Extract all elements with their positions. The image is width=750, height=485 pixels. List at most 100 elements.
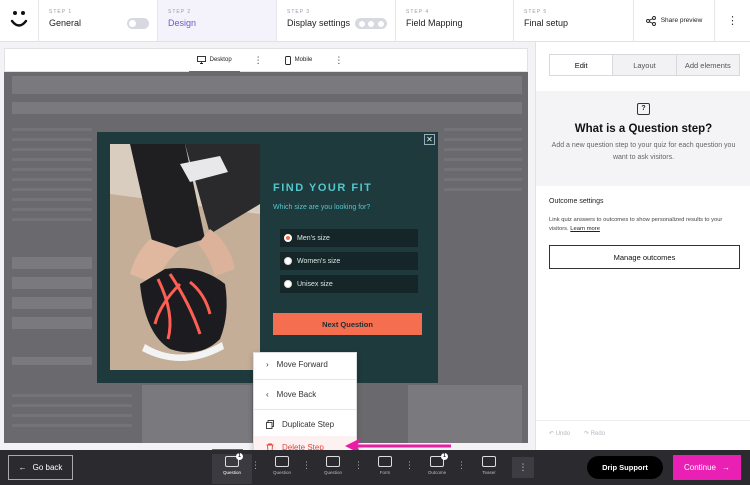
placeholder-block <box>12 257 92 269</box>
step-tile-question-2[interactable]: Question <box>262 454 302 484</box>
chevron-right-icon: › <box>266 360 269 369</box>
desktop-label: Desktop <box>209 57 232 63</box>
tab-mobile[interactable]: Mobile <box>277 48 321 72</box>
radio[interactable] <box>284 280 292 288</box>
chevron-left-icon: ‹ <box>266 390 269 399</box>
step-tile-label: Question <box>222 470 241 475</box>
step-tile-question-1[interactable]: 1 Question <box>212 453 252 484</box>
copy-icon <box>266 420 274 429</box>
mobile-label: Mobile <box>294 57 313 63</box>
desktop-options-icon[interactable]: ⋮ <box>254 55 263 66</box>
add-step-options-icon[interactable]: ⋮ <box>512 457 534 478</box>
step-tile-outcome[interactable]: 1 Outcome <box>417 453 457 484</box>
undo-button[interactable]: ↶ Undo <box>549 430 570 437</box>
undo-redo: ↶ Undo ↷ Redo <box>549 430 605 437</box>
option-label: Men's size <box>297 234 330 242</box>
question-step-description: Add a new question step to your quiz for… <box>551 142 736 161</box>
step-options-icon[interactable]: ⋮ <box>405 460 414 471</box>
drip-logo[interactable] <box>0 0 38 41</box>
placeholder-line <box>12 158 92 161</box>
step-tile-question-3[interactable]: Question <box>313 454 353 484</box>
step-tile-label: Outcome <box>427 470 447 475</box>
step-toggle[interactable] <box>127 18 149 29</box>
placeholder-line <box>12 394 132 397</box>
close-icon[interactable]: ✕ <box>424 134 435 145</box>
step-label: Final setup <box>524 18 569 28</box>
menu-divider <box>254 409 356 410</box>
placeholder-line <box>12 178 92 181</box>
continue-button[interactable]: Continue → <box>673 455 741 480</box>
move-back-item[interactable]: ‹ Move Back <box>254 383 356 406</box>
duplicate-step-item[interactable]: Duplicate Step <box>254 413 356 436</box>
tab-layout[interactable]: Layout <box>612 55 676 75</box>
step-tile-label: Teaser <box>482 470 496 475</box>
step-badge: 1 <box>441 453 448 460</box>
question-icon: ? <box>637 103 650 115</box>
step-design[interactable]: STEP 2 Design <box>157 0 276 41</box>
tab-edit[interactable]: Edit <box>550 55 613 75</box>
step-display-settings[interactable]: STEP 3 Display settings <box>276 0 395 41</box>
step-options-icon[interactable]: ⋮ <box>302 460 311 471</box>
placeholder-block <box>12 76 522 94</box>
radio-selected[interactable] <box>284 234 292 242</box>
undo-icon: ↶ <box>549 431 556 437</box>
outcome-settings-description: Link quiz answers to outcomes to show pe… <box>549 216 743 234</box>
radio[interactable] <box>284 257 292 265</box>
step-number: STEP 3 <box>287 9 311 15</box>
placeholder-block <box>12 317 92 329</box>
move-forward-item[interactable]: › Move Forward <box>254 353 356 376</box>
share-icon <box>645 15 656 26</box>
sidebar-divider <box>536 420 750 421</box>
popup-title: FIND YOUR FIT <box>273 182 373 194</box>
go-back-button[interactable]: ← Go back <box>8 455 73 480</box>
quiz-popup[interactable]: ✕ FIND YOUR FIT Which size are you looki… <box>97 132 438 383</box>
step-options-icon[interactable]: ⋮ <box>354 460 363 471</box>
placeholder-block <box>12 102 522 114</box>
placeholder-block <box>408 385 522 443</box>
question-step-icon: 1 <box>225 453 243 467</box>
drip-support-button[interactable]: Drip Support <box>587 456 663 479</box>
step-tile-form[interactable]: Form <box>365 454 405 484</box>
step-final-setup[interactable]: STEP 5 Final setup <box>513 0 633 41</box>
popup-subtitle: Which size are you looking for? <box>273 204 371 211</box>
tab-desktop[interactable]: Desktop <box>188 48 240 73</box>
more-options-icon[interactable]: ⋮ <box>714 0 750 41</box>
placeholder-line <box>12 198 92 201</box>
option-unisex-size[interactable]: Unisex size <box>280 275 418 293</box>
step-options-icon[interactable]: ⋮ <box>251 460 260 471</box>
step-toggle[interactable] <box>355 18 387 29</box>
step-tile-label: Question <box>272 470 291 475</box>
menu-item-label: Move Forward <box>276 360 328 369</box>
step-field-mapping[interactable]: STEP 4 Field Mapping <box>395 0 513 41</box>
placeholder-block <box>12 277 92 289</box>
manage-outcomes-button[interactable]: Manage outcomes <box>549 245 740 269</box>
next-question-button[interactable]: Next Question <box>273 313 422 335</box>
placeholder-line <box>12 148 92 151</box>
menu-item-label: Duplicate Step <box>282 420 335 429</box>
share-preview-button[interactable]: Share preview <box>633 0 714 41</box>
placeholder-line <box>12 404 132 407</box>
redo-label: Redo <box>590 431 606 437</box>
step-tile-label: Question <box>323 470 342 475</box>
step-general[interactable]: STEP 1 General <box>38 0 157 41</box>
placeholder-line <box>12 188 92 191</box>
option-womens-size[interactable]: Women's size <box>280 252 418 270</box>
teaser-step-icon <box>482 456 496 467</box>
option-mens-size[interactable]: Men's size <box>280 229 418 247</box>
step-options-icon[interactable]: ⋮ <box>457 460 466 471</box>
step-tile-teaser[interactable]: Teaser <box>469 454 509 484</box>
placeholder-line <box>444 178 522 181</box>
learn-more-link[interactable]: Learn more <box>570 226 600 232</box>
placeholder-block <box>142 385 252 443</box>
step-number: STEP 1 <box>49 9 73 15</box>
outcome-step-icon: 1 <box>430 453 448 467</box>
placeholder-line <box>444 128 522 131</box>
placeholder-line <box>12 128 92 131</box>
placeholder-line <box>444 158 522 161</box>
tab-add-elements[interactable]: Add elements <box>675 55 739 75</box>
placeholder-block <box>12 357 92 365</box>
go-back-label: Go back <box>32 463 63 472</box>
mobile-options-icon[interactable]: ⋮ <box>334 55 343 66</box>
arrow-left-icon: ← <box>18 463 27 472</box>
redo-button[interactable]: ↷ Redo <box>584 430 605 437</box>
